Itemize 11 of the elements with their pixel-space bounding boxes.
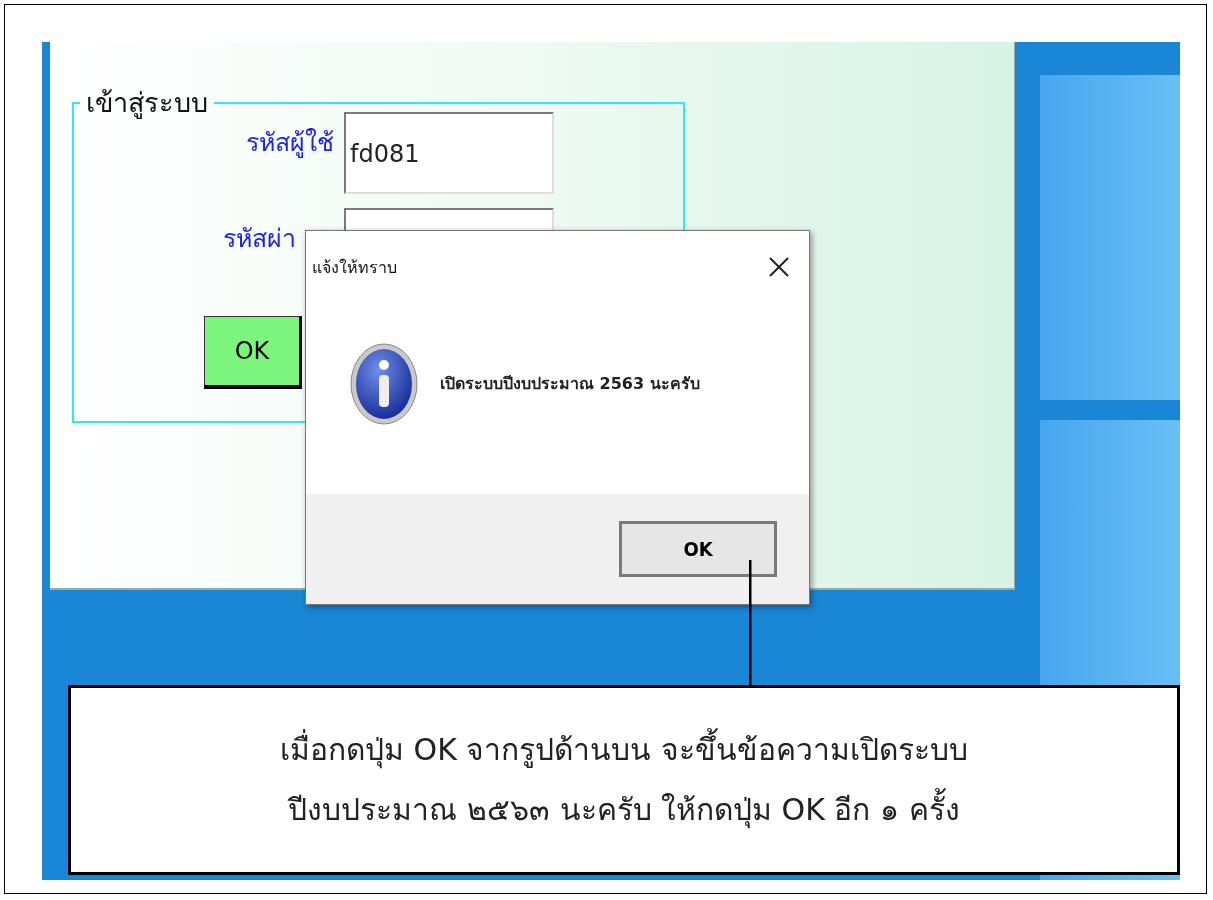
- group-title: เข้าสู่ระบบ: [85, 88, 209, 118]
- input-field[interactable]: fd081: [344, 112, 554, 194]
- close-icon[interactable]: [767, 255, 791, 279]
- callout-text: ปีงบประมาณ ๒๕๖๓ นะครับ ให้กดปุ่ม OK อีก ๑ ครั้ง: [288, 786, 960, 834]
- field-label: รหัสผู้ใช้: [245, 127, 334, 160]
- dialog-message: เปิดระบบปีงบประมาณ 2563 นะครับ: [440, 373, 700, 395]
- callout-text: เมื่อกดปุ่ม OK จากรูปด้านบน จะขึ้นข้อความเปิดระบบ: [280, 726, 968, 774]
- dialog-title: แจ้งให้ทราบ: [312, 257, 397, 279]
- info-icon: [350, 342, 418, 425]
- ok-button[interactable]: OK: [204, 316, 302, 389]
- ok-button[interactable]: OK: [619, 521, 777, 577]
